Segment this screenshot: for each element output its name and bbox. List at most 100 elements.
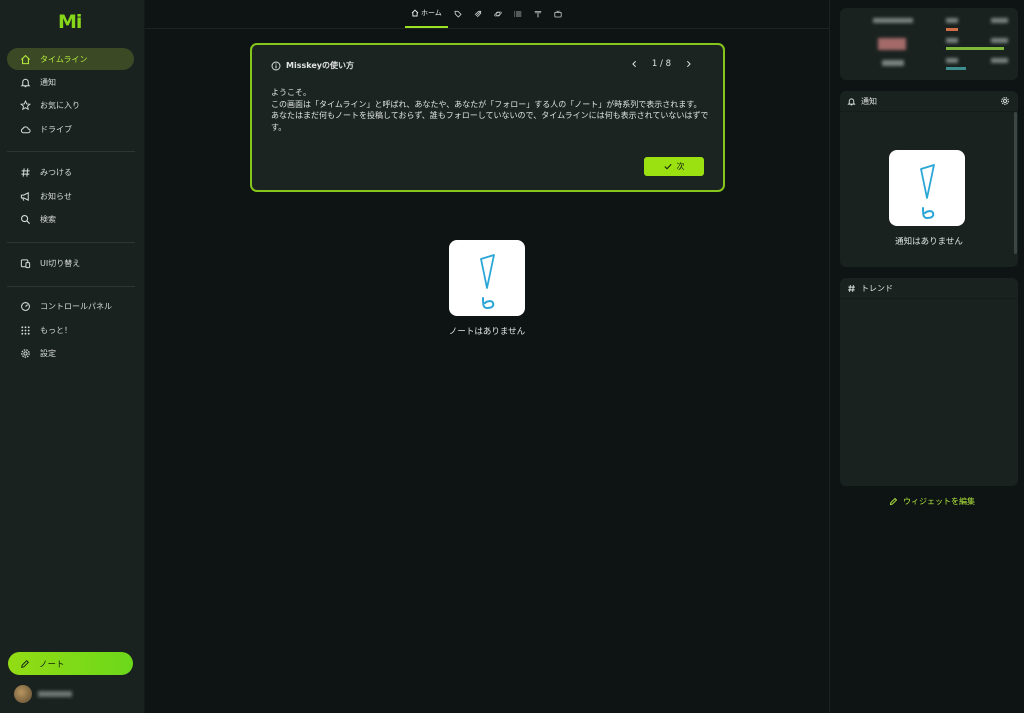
sidebar-item-label: UI切り替え	[40, 258, 81, 268]
sidebar-item-label: 通知	[40, 77, 56, 87]
tab-antennas[interactable]	[528, 0, 548, 28]
pencil-icon	[889, 497, 898, 506]
post-note-label: ノート	[39, 659, 65, 670]
avatar	[14, 685, 32, 703]
tutorial-pager: 1 / 8	[624, 59, 699, 69]
sidebar-divider	[7, 242, 135, 243]
sidebar: Mi タイムライン 通知 お気に入り ドライブ みつける お知らせ 検索 UI切…	[0, 0, 145, 713]
redacted-stat	[946, 58, 958, 63]
empty-notifications-illustration	[889, 150, 965, 226]
tutorial-card: Misskeyの使い方 1 / 8 ようこそ。 この画面は「タイムライン」と呼ば…	[250, 43, 725, 192]
home-icon	[19, 53, 31, 65]
check-icon	[663, 163, 672, 170]
home-icon	[411, 9, 419, 17]
chevron-left-icon[interactable]	[631, 60, 638, 68]
tutorial-next-button[interactable]: 次	[644, 157, 704, 176]
tutorial-next-label: 次	[676, 162, 685, 171]
list-icon	[513, 10, 522, 18]
tab-label: ホーム	[421, 9, 442, 17]
tv-icon	[554, 10, 562, 18]
tab-social[interactable]	[468, 0, 488, 28]
sidebar-item-ui-switch[interactable]: UI切り替え	[7, 252, 134, 274]
redacted-stat	[946, 18, 958, 23]
edit-widgets-link[interactable]: ウィジェットを編集	[889, 496, 975, 507]
misskey-logo[interactable]: Mi	[58, 11, 82, 33]
tab-home[interactable]: ホーム	[405, 0, 448, 28]
gauge-icon	[19, 300, 31, 312]
tab-global[interactable]	[488, 0, 508, 28]
chevron-right-icon[interactable]	[685, 60, 692, 68]
timeline-tabs: ホーム	[405, 0, 568, 29]
empty-notifications-text: 通知はありません	[895, 237, 963, 247]
redacted-stat	[991, 18, 1008, 23]
tutorial-text: この画面は「タイムライン」と呼ばれ、あなたや、あなたが「フォロー」する人の「ノー…	[271, 99, 702, 109]
tab-local[interactable]	[448, 0, 468, 28]
planet-icon	[494, 10, 502, 18]
sidebar-item-search[interactable]: 検索	[7, 208, 134, 230]
sidebar-item-announcements[interactable]: お知らせ	[7, 185, 134, 207]
tab-channels[interactable]	[548, 0, 568, 28]
bell-icon	[847, 97, 856, 106]
devices-icon	[19, 257, 31, 269]
exclamation-illustration	[920, 164, 935, 220]
redacted-stat	[946, 38, 958, 43]
redacted-stat	[991, 38, 1008, 43]
speaker-icon	[19, 190, 31, 202]
hash-icon	[847, 284, 856, 293]
search-icon	[19, 213, 31, 225]
header-divider	[145, 28, 829, 29]
tutorial-page-indicator: 1 / 8	[651, 59, 671, 69]
sidebar-item-timeline[interactable]: タイムライン	[7, 48, 134, 70]
pencil-icon	[20, 659, 30, 669]
notifications-widget: 通知 通知はありません	[840, 91, 1018, 267]
redacted-stat	[873, 18, 913, 23]
account-name-redacted	[38, 691, 72, 697]
sidebar-item-label: みつける	[40, 167, 72, 177]
hash-icon	[19, 166, 31, 178]
star-icon	[19, 99, 31, 111]
tutorial-body: ようこそ。 この画面は「タイムライン」と呼ばれ、あなたや、あなたが「フォロー」す…	[271, 87, 711, 133]
right-column-divider	[829, 0, 830, 713]
sidebar-item-label: もっと！	[40, 325, 72, 335]
widget-header: 通知	[840, 91, 1018, 112]
cloud-icon	[19, 123, 31, 135]
tutorial-text: あなたはまだ何もノートを投稿しておらず、誰もフォローしていないので、タイムライン…	[271, 111, 709, 132]
rocket-icon	[474, 10, 482, 18]
info-icon	[271, 61, 281, 71]
sidebar-item-label: タイムライン	[40, 54, 88, 64]
sidebar-item-favorites[interactable]: お気に入り	[7, 94, 134, 116]
redacted-stat	[878, 38, 906, 50]
edit-widgets-label: ウィジェットを編集	[903, 497, 975, 506]
redacted-stat	[991, 58, 1008, 63]
sidebar-item-explore[interactable]: みつける	[7, 161, 134, 183]
tab-lists[interactable]	[508, 0, 528, 28]
usage-bar	[946, 67, 966, 70]
gear-icon	[19, 347, 31, 359]
sidebar-item-label: 検索	[40, 214, 56, 224]
sidebar-item-notifications[interactable]: 通知	[7, 71, 134, 93]
tutorial-header: Misskeyの使い方	[271, 60, 354, 71]
sidebar-item-settings[interactable]: 設定	[7, 342, 134, 364]
usage-bar	[946, 47, 1004, 50]
trends-widget: トレンド	[840, 278, 1018, 486]
account-menu[interactable]	[14, 685, 72, 703]
bell-icon	[19, 76, 31, 88]
usage-bar	[946, 28, 958, 31]
sidebar-item-drive[interactable]: ドライブ	[7, 118, 134, 140]
widget-title: 通知	[861, 96, 877, 106]
sidebar-item-control-panel[interactable]: コントロールパネル	[7, 295, 134, 317]
sidebar-divider	[7, 151, 135, 152]
empty-timeline-illustration	[449, 240, 525, 316]
tutorial-text: ようこそ。	[271, 88, 311, 97]
sidebar-item-label: 設定	[40, 348, 56, 358]
antenna-icon	[534, 10, 542, 18]
post-note-button[interactable]: ノート	[8, 652, 133, 675]
sidebar-item-more[interactable]: もっと！	[7, 319, 134, 341]
notifications-scrollbar[interactable]	[1014, 112, 1017, 254]
tag-icon	[454, 10, 462, 18]
gear-icon[interactable]	[1000, 96, 1010, 106]
sidebar-item-label: お知らせ	[40, 191, 72, 201]
widget-header: トレンド	[840, 278, 1018, 299]
widget-title: トレンド	[861, 283, 893, 293]
redacted-stat	[882, 60, 904, 66]
